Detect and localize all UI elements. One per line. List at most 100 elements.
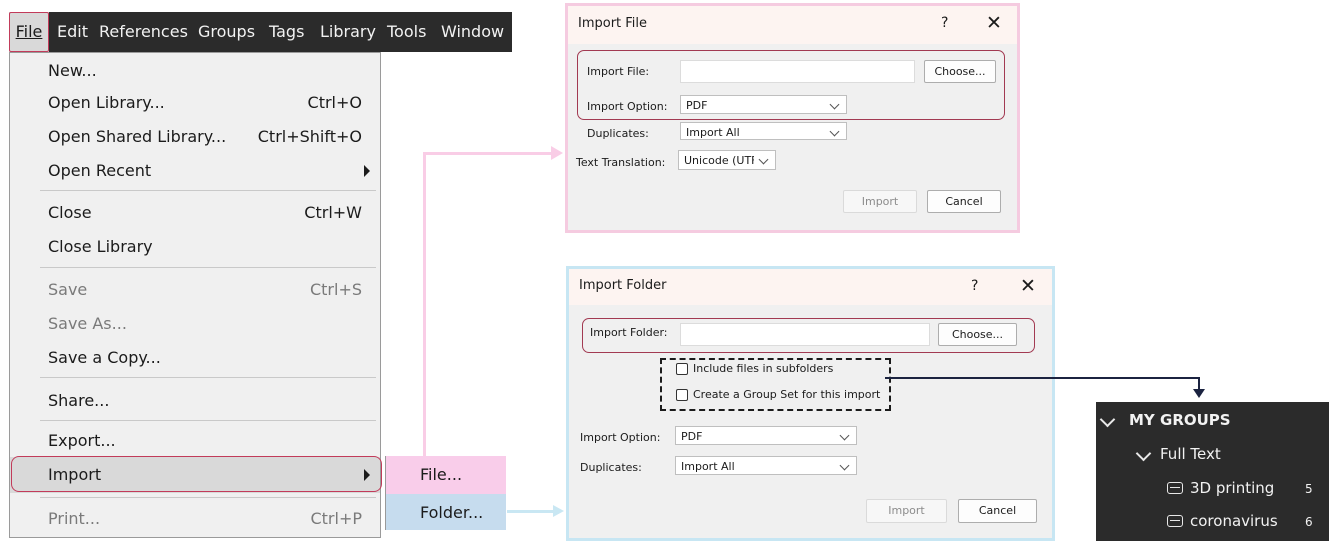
menu-tags[interactable]: Tags [269, 12, 304, 52]
group-name: 3D printing [1190, 479, 1275, 497]
menu-item-label: Close Library [48, 237, 153, 256]
text-translation-select[interactable]: Unicode (UTF-8) [678, 150, 776, 170]
chevron-down-icon[interactable] [1135, 445, 1152, 462]
menu-item-label: Share... [48, 391, 110, 410]
menu-item-label: Open Library... [48, 93, 165, 112]
dialog-body: Import File: Choose... Import Option: PD… [568, 44, 1017, 230]
menu-item-new[interactable]: New... [10, 55, 380, 87]
menu-item-label: Export... [48, 431, 116, 450]
menu-item-label: Save a Copy... [48, 348, 161, 367]
submenu-item-file[interactable]: File... [386, 456, 506, 494]
close-icon[interactable]: ✕ [986, 12, 1002, 34]
menu-bar: File Edit References Groups Tags Library… [9, 12, 512, 52]
menu-item-save: Save Ctrl+S [10, 274, 380, 306]
shortcut-label: Ctrl+Shift+O [257, 127, 362, 146]
select-value: Import All [681, 460, 735, 473]
import-fields-highlight [577, 50, 1005, 120]
group-count: 6 [1305, 515, 1313, 529]
folder-connector-line [507, 510, 555, 513]
menu-item-label: New... [48, 61, 97, 80]
include-subfolders-checkbox[interactable] [676, 363, 688, 375]
groups-header: MY GROUPS [1129, 411, 1231, 429]
menu-item-open-recent[interactable]: Open Recent [10, 155, 380, 187]
create-group-set-checkbox[interactable] [676, 389, 688, 401]
duplicates-select[interactable]: Import All [680, 122, 847, 140]
include-subfolders-label: Include files in subfolders [693, 362, 834, 375]
group-tray-icon [1167, 482, 1183, 494]
submenu-arrow-icon [364, 165, 370, 177]
menu-item-save-a-copy[interactable]: Save a Copy... [10, 342, 380, 374]
import-option-select[interactable]: PDF [675, 426, 857, 445]
menu-groups[interactable]: Groups [198, 12, 255, 52]
import-folder-highlight [582, 318, 1035, 353]
menu-item-export[interactable]: Export... [10, 425, 380, 457]
cancel-button[interactable]: Cancel [958, 499, 1037, 523]
help-icon[interactable]: ? [941, 15, 948, 31]
cancel-button[interactable]: Cancel [927, 190, 1001, 213]
menu-item-close-library[interactable]: Close Library [10, 231, 380, 263]
import-highlight [11, 456, 382, 492]
menu-item-open-library[interactable]: Open Library... Ctrl+O [10, 87, 380, 119]
chevron-down-icon [839, 460, 850, 471]
menu-separator [40, 420, 376, 421]
menu-separator [40, 267, 376, 268]
chevron-down-icon [758, 154, 769, 165]
create-group-set-label: Create a Group Set for this import [693, 388, 881, 401]
arrow-down-icon [1193, 389, 1205, 398]
menu-item-share[interactable]: Share... [10, 385, 380, 417]
submenu-label: Folder... [420, 503, 484, 522]
menu-item-print: Print... Ctrl+P [10, 503, 380, 535]
menu-item-label: Open Recent [48, 161, 152, 180]
select-value: Import All [686, 126, 740, 139]
shortcut-label: Ctrl+W [304, 203, 362, 222]
menu-library[interactable]: Library [320, 12, 376, 52]
import-button: Import [843, 190, 917, 213]
menu-edit[interactable]: Edit [57, 12, 88, 52]
submenu-item-folder[interactable]: Folder... [386, 494, 506, 530]
duplicates-select[interactable]: Import All [675, 456, 857, 475]
menu-item-label: Print... [48, 509, 101, 528]
dialog-title-bar: Import File ? ✕ [568, 6, 1017, 44]
shortcut-label: Ctrl+O [307, 93, 362, 112]
menu-item-open-shared-library[interactable]: Open Shared Library... Ctrl+Shift+O [10, 121, 380, 153]
duplicates-label: Duplicates: [587, 127, 649, 140]
group-tray-icon [1167, 515, 1183, 527]
menu-item-label: Open Shared Library... [48, 127, 227, 146]
chevron-down-icon [839, 430, 850, 441]
select-value: PDF [681, 430, 703, 443]
arrow-right-icon [553, 505, 564, 517]
menu-item-label: Save As... [48, 314, 127, 333]
import-file-dialog: Import File ? ✕ Import File: Choose... I… [565, 3, 1020, 233]
menu-item-close[interactable]: Close Ctrl+W [10, 197, 380, 229]
dialog-body: Import Folder: Choose... Include files i… [569, 305, 1052, 538]
chevron-down-icon[interactable] [1099, 411, 1116, 428]
menu-references[interactable]: References [99, 12, 188, 52]
menu-item-save-as: Save As... [10, 308, 380, 340]
close-icon[interactable]: ✕ [1020, 275, 1036, 297]
select-value: Unicode (UTF-8) [684, 154, 754, 167]
import-folder-dialog: Import Folder ? ✕ Import Folder: Choose.… [566, 266, 1055, 541]
menu-window[interactable]: Window [441, 12, 504, 52]
file-connector-line [423, 154, 426, 456]
submenu-label: File... [420, 465, 463, 484]
menu-separator [40, 190, 376, 191]
menu-separator [40, 377, 376, 378]
file-menu-highlight [9, 12, 49, 52]
arrow-right-icon [551, 146, 563, 160]
dialog-title: Import File [578, 16, 648, 31]
group-name: coronavirus [1190, 512, 1278, 530]
shortcut-label: Ctrl+P [310, 509, 362, 528]
menu-tools[interactable]: Tools [387, 12, 426, 52]
menu-item-label: Close [48, 203, 92, 222]
dialog-title-bar: Import Folder ? ✕ [569, 269, 1052, 305]
help-icon[interactable]: ? [971, 278, 978, 294]
group-set-full-text[interactable]: Full Text [1160, 445, 1221, 463]
import-button: Import [866, 499, 947, 523]
groups-connector-line [885, 377, 1200, 379]
text-translation-label: Text Translation: [576, 156, 666, 169]
shortcut-label: Ctrl+S [309, 280, 362, 299]
menu-item-label: Save [48, 280, 88, 299]
groups-panel: MY GROUPS Full Text 3D printing 5 corona… [1096, 402, 1329, 541]
file-connector-line [423, 152, 553, 155]
dialog-title: Import Folder [579, 278, 667, 293]
